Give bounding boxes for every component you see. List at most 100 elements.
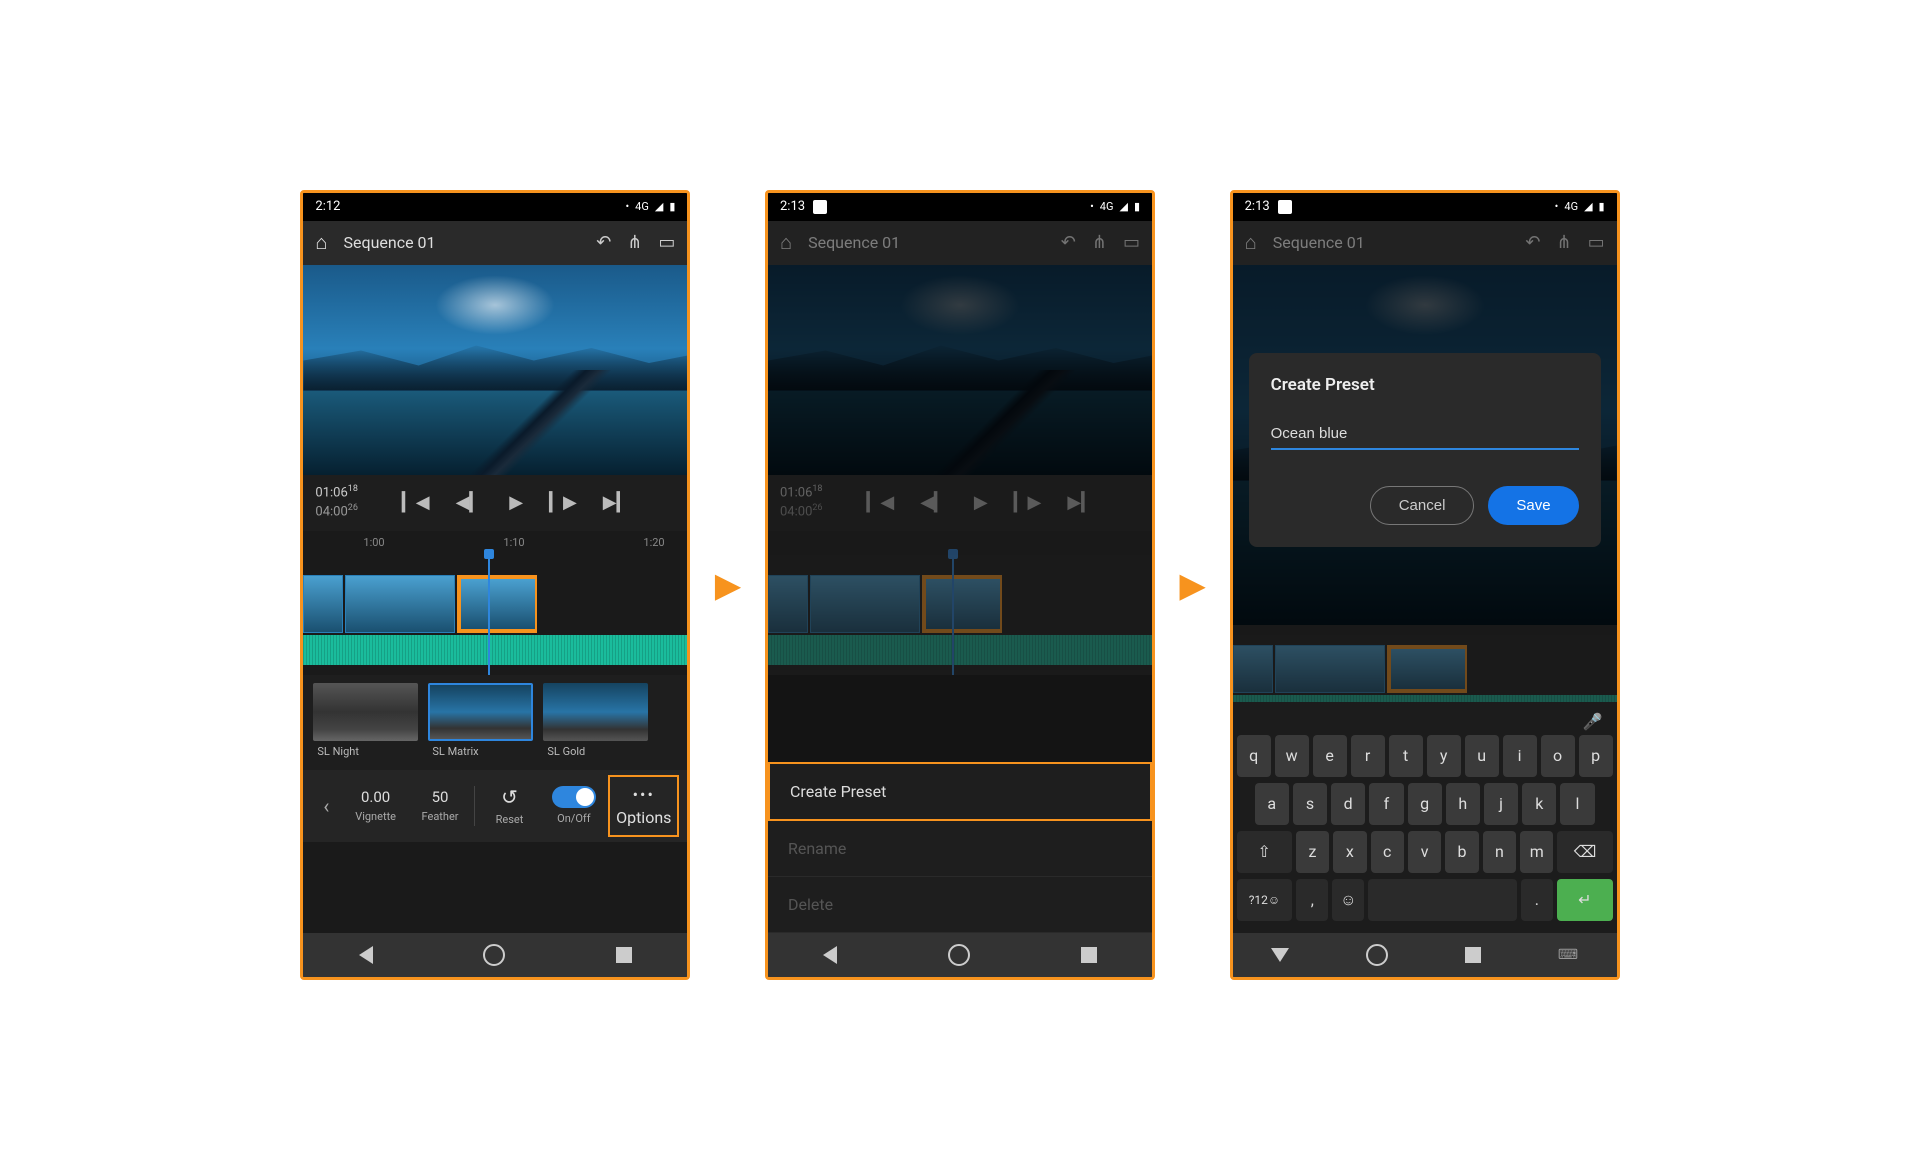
key-m[interactable]: m xyxy=(1520,831,1553,873)
key-g[interactable]: g xyxy=(1408,783,1442,825)
comment-icon[interactable]: ▭ xyxy=(658,232,675,253)
key-l[interactable]: l xyxy=(1560,783,1594,825)
period-key[interactable]: . xyxy=(1521,879,1553,921)
key-q[interactable]: q xyxy=(1237,735,1271,777)
mic-icon[interactable]: 🎤 xyxy=(1583,712,1603,731)
battery-icon: ▮ xyxy=(1134,200,1140,213)
key-k[interactable]: k xyxy=(1522,783,1556,825)
preset-item-selected[interactable]: SL Matrix xyxy=(428,683,533,766)
keyboard-switch-icon[interactable]: ⌨ xyxy=(1558,947,1578,963)
audio-track[interactable] xyxy=(303,635,687,665)
transport-bar: 01:0618 04:0026 ▎◀ ◀▎ ▶ ▎▶ ▶▎ xyxy=(768,475,1152,531)
cancel-button[interactable]: Cancel xyxy=(1370,486,1475,525)
preset-thumb xyxy=(313,683,418,741)
bottom-controls: ‹ 0.00 Vignette 50 Feather ↺ Reset On/Of… xyxy=(303,770,687,842)
nav-back-icon[interactable] xyxy=(1271,948,1289,962)
key-n[interactable]: n xyxy=(1483,831,1516,873)
undo-icon[interactable]: ↶ xyxy=(596,232,611,253)
create-preset-dialog: Create Preset Cancel Save xyxy=(1249,353,1601,547)
share-icon: ⋔ xyxy=(1092,232,1107,253)
battery-icon: ▮ xyxy=(1599,200,1605,213)
key-u[interactable]: u xyxy=(1465,735,1499,777)
clip-selected[interactable] xyxy=(457,575,537,633)
timeline[interactable] xyxy=(303,555,687,675)
android-nav-bar xyxy=(303,933,687,977)
key-s[interactable]: s xyxy=(1293,783,1327,825)
kbd-row-3-wrap: ⇧ zxcvbnm ⌫ xyxy=(1237,831,1613,873)
play-icon[interactable]: ▶ xyxy=(509,492,523,513)
nav-recent-icon[interactable] xyxy=(616,947,632,963)
preset-name-input[interactable] xyxy=(1271,419,1579,450)
symbols-key[interactable]: ?12☺ xyxy=(1237,879,1293,921)
screen-2-context-menu: 2:13 • 4G ◢ ▮ ⌂ Sequence 01 ↶ ⋔ ▭ 01:061… xyxy=(765,190,1155,980)
nav-home-icon[interactable] xyxy=(483,944,505,966)
nav-back-icon[interactable] xyxy=(359,946,373,964)
key-a[interactable]: a xyxy=(1255,783,1289,825)
playhead[interactable] xyxy=(488,555,490,675)
key-x[interactable]: x xyxy=(1333,831,1366,873)
preset-item[interactable]: SL Gold xyxy=(543,683,648,766)
home-icon[interactable]: ⌂ xyxy=(315,230,327,255)
share-icon[interactable]: ⋔ xyxy=(627,232,642,253)
skip-start-icon[interactable]: ▎◀ xyxy=(402,492,430,513)
shift-key[interactable]: ⇧ xyxy=(1237,831,1292,873)
key-p[interactable]: p xyxy=(1579,735,1613,777)
clip[interactable] xyxy=(345,575,455,633)
preset-carousel[interactable]: SL Night SL Matrix SL Gold xyxy=(303,675,687,770)
nav-recent-icon[interactable] xyxy=(1465,947,1481,963)
timeline xyxy=(768,555,1152,675)
timeline xyxy=(1233,625,1617,705)
save-button[interactable]: Save xyxy=(1488,486,1578,525)
skip-start-icon: ▎◀ xyxy=(867,492,895,513)
nav-back-icon[interactable] xyxy=(823,946,837,964)
video-preview[interactable] xyxy=(303,265,687,475)
comma-key[interactable]: , xyxy=(1296,879,1328,921)
emoji-key[interactable]: ☺ xyxy=(1332,879,1364,921)
key-t[interactable]: t xyxy=(1389,735,1423,777)
key-e[interactable]: e xyxy=(1313,735,1347,777)
preset-item[interactable]: SL Night xyxy=(313,683,418,766)
options-button[interactable]: ••• Options xyxy=(608,775,679,837)
nav-home-icon[interactable] xyxy=(1366,944,1388,966)
key-v[interactable]: v xyxy=(1408,831,1441,873)
key-z[interactable]: z xyxy=(1296,831,1329,873)
key-c[interactable]: c xyxy=(1371,831,1404,873)
backspace-key[interactable]: ⌫ xyxy=(1557,831,1612,873)
skip-end-icon[interactable]: ▶▎ xyxy=(603,492,631,513)
timecode: 01:0618 04:0026 xyxy=(780,484,823,520)
status-bar: 2:13 • 4G ◢ ▮ xyxy=(1233,193,1617,221)
key-r[interactable]: r xyxy=(1351,735,1385,777)
clip[interactable] xyxy=(303,575,343,633)
step-forward-icon[interactable]: ▎▶ xyxy=(549,492,577,513)
key-y[interactable]: y xyxy=(1427,735,1461,777)
notification-icon xyxy=(1278,200,1292,214)
enter-key[interactable]: ↵ xyxy=(1557,879,1613,921)
key-h[interactable]: h xyxy=(1446,783,1480,825)
sequence-title[interactable]: Sequence 01 xyxy=(343,233,580,252)
context-menu: Create Preset Rename Delete xyxy=(768,762,1152,933)
key-f[interactable]: f xyxy=(1369,783,1403,825)
status-network: 4G xyxy=(635,200,649,213)
menu-create-preset[interactable]: Create Preset xyxy=(768,762,1152,821)
play-icon: ▶ xyxy=(974,492,988,513)
timeline-ruler[interactable]: 1:00 1:10 1:20 xyxy=(303,531,687,555)
back-icon[interactable]: ‹ xyxy=(311,794,341,818)
step-back-icon[interactable]: ◀▎ xyxy=(456,492,484,513)
key-w[interactable]: w xyxy=(1275,735,1309,777)
key-b[interactable]: b xyxy=(1445,831,1478,873)
space-key[interactable] xyxy=(1368,879,1517,921)
kbd-row-1: qwertyuiop xyxy=(1237,735,1613,777)
key-i[interactable]: i xyxy=(1503,735,1537,777)
status-network: 4G xyxy=(1100,200,1114,213)
key-o[interactable]: o xyxy=(1541,735,1575,777)
menu-delete[interactable]: Delete xyxy=(768,877,1152,933)
menu-rename[interactable]: Rename xyxy=(768,821,1152,877)
reset-button[interactable]: ↺ Reset xyxy=(479,785,539,826)
feather-control[interactable]: 50 Feather xyxy=(410,788,470,823)
key-j[interactable]: j xyxy=(1484,783,1518,825)
nav-recent-icon[interactable] xyxy=(1081,947,1097,963)
onoff-toggle[interactable]: On/Off xyxy=(544,786,604,825)
key-d[interactable]: d xyxy=(1331,783,1365,825)
nav-home-icon[interactable] xyxy=(948,944,970,966)
vignette-control[interactable]: 0.00 Vignette xyxy=(345,788,405,823)
